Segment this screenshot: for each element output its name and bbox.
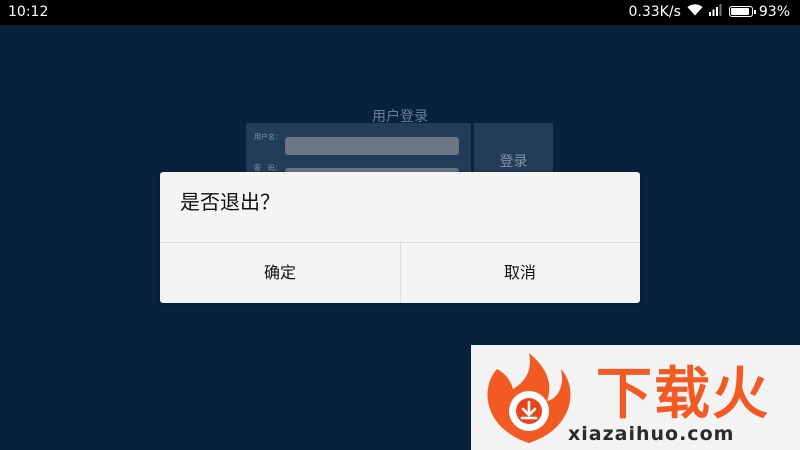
status-right-group: 0.33K/s 93% xyxy=(629,3,791,20)
username-label: 用户名： xyxy=(254,133,282,141)
watermark-brand-text: 下载火 xyxy=(596,362,770,427)
battery-level-fill xyxy=(730,8,750,15)
cancel-button[interactable]: 取消 xyxy=(400,243,639,303)
username-field[interactable] xyxy=(285,137,459,155)
signal-icon xyxy=(708,3,723,20)
watermark-url: xiazaihuo.com xyxy=(568,423,735,445)
wifi-icon xyxy=(687,3,703,20)
battery-icon xyxy=(728,6,756,17)
dialog-message: 是否退出？ xyxy=(180,190,280,214)
status-bar: 10:12 0.33K/s 93% xyxy=(0,0,800,25)
network-speed: 0.33K/s xyxy=(628,3,681,20)
watermark: 下载火 xiazaihuo.com xyxy=(471,345,800,450)
status-time: 10:12 xyxy=(8,4,49,20)
battery-percent: 93% xyxy=(758,3,790,20)
app-screen: 10:12 0.33K/s 93% 用户登录 用户名： 密 码： 登录 是否退出… xyxy=(0,0,800,450)
confirm-button[interactable]: 确定 xyxy=(160,243,400,303)
exit-confirm-dialog: 是否退出？ 确定 取消 xyxy=(160,172,640,303)
flame-logo-icon xyxy=(477,349,581,450)
